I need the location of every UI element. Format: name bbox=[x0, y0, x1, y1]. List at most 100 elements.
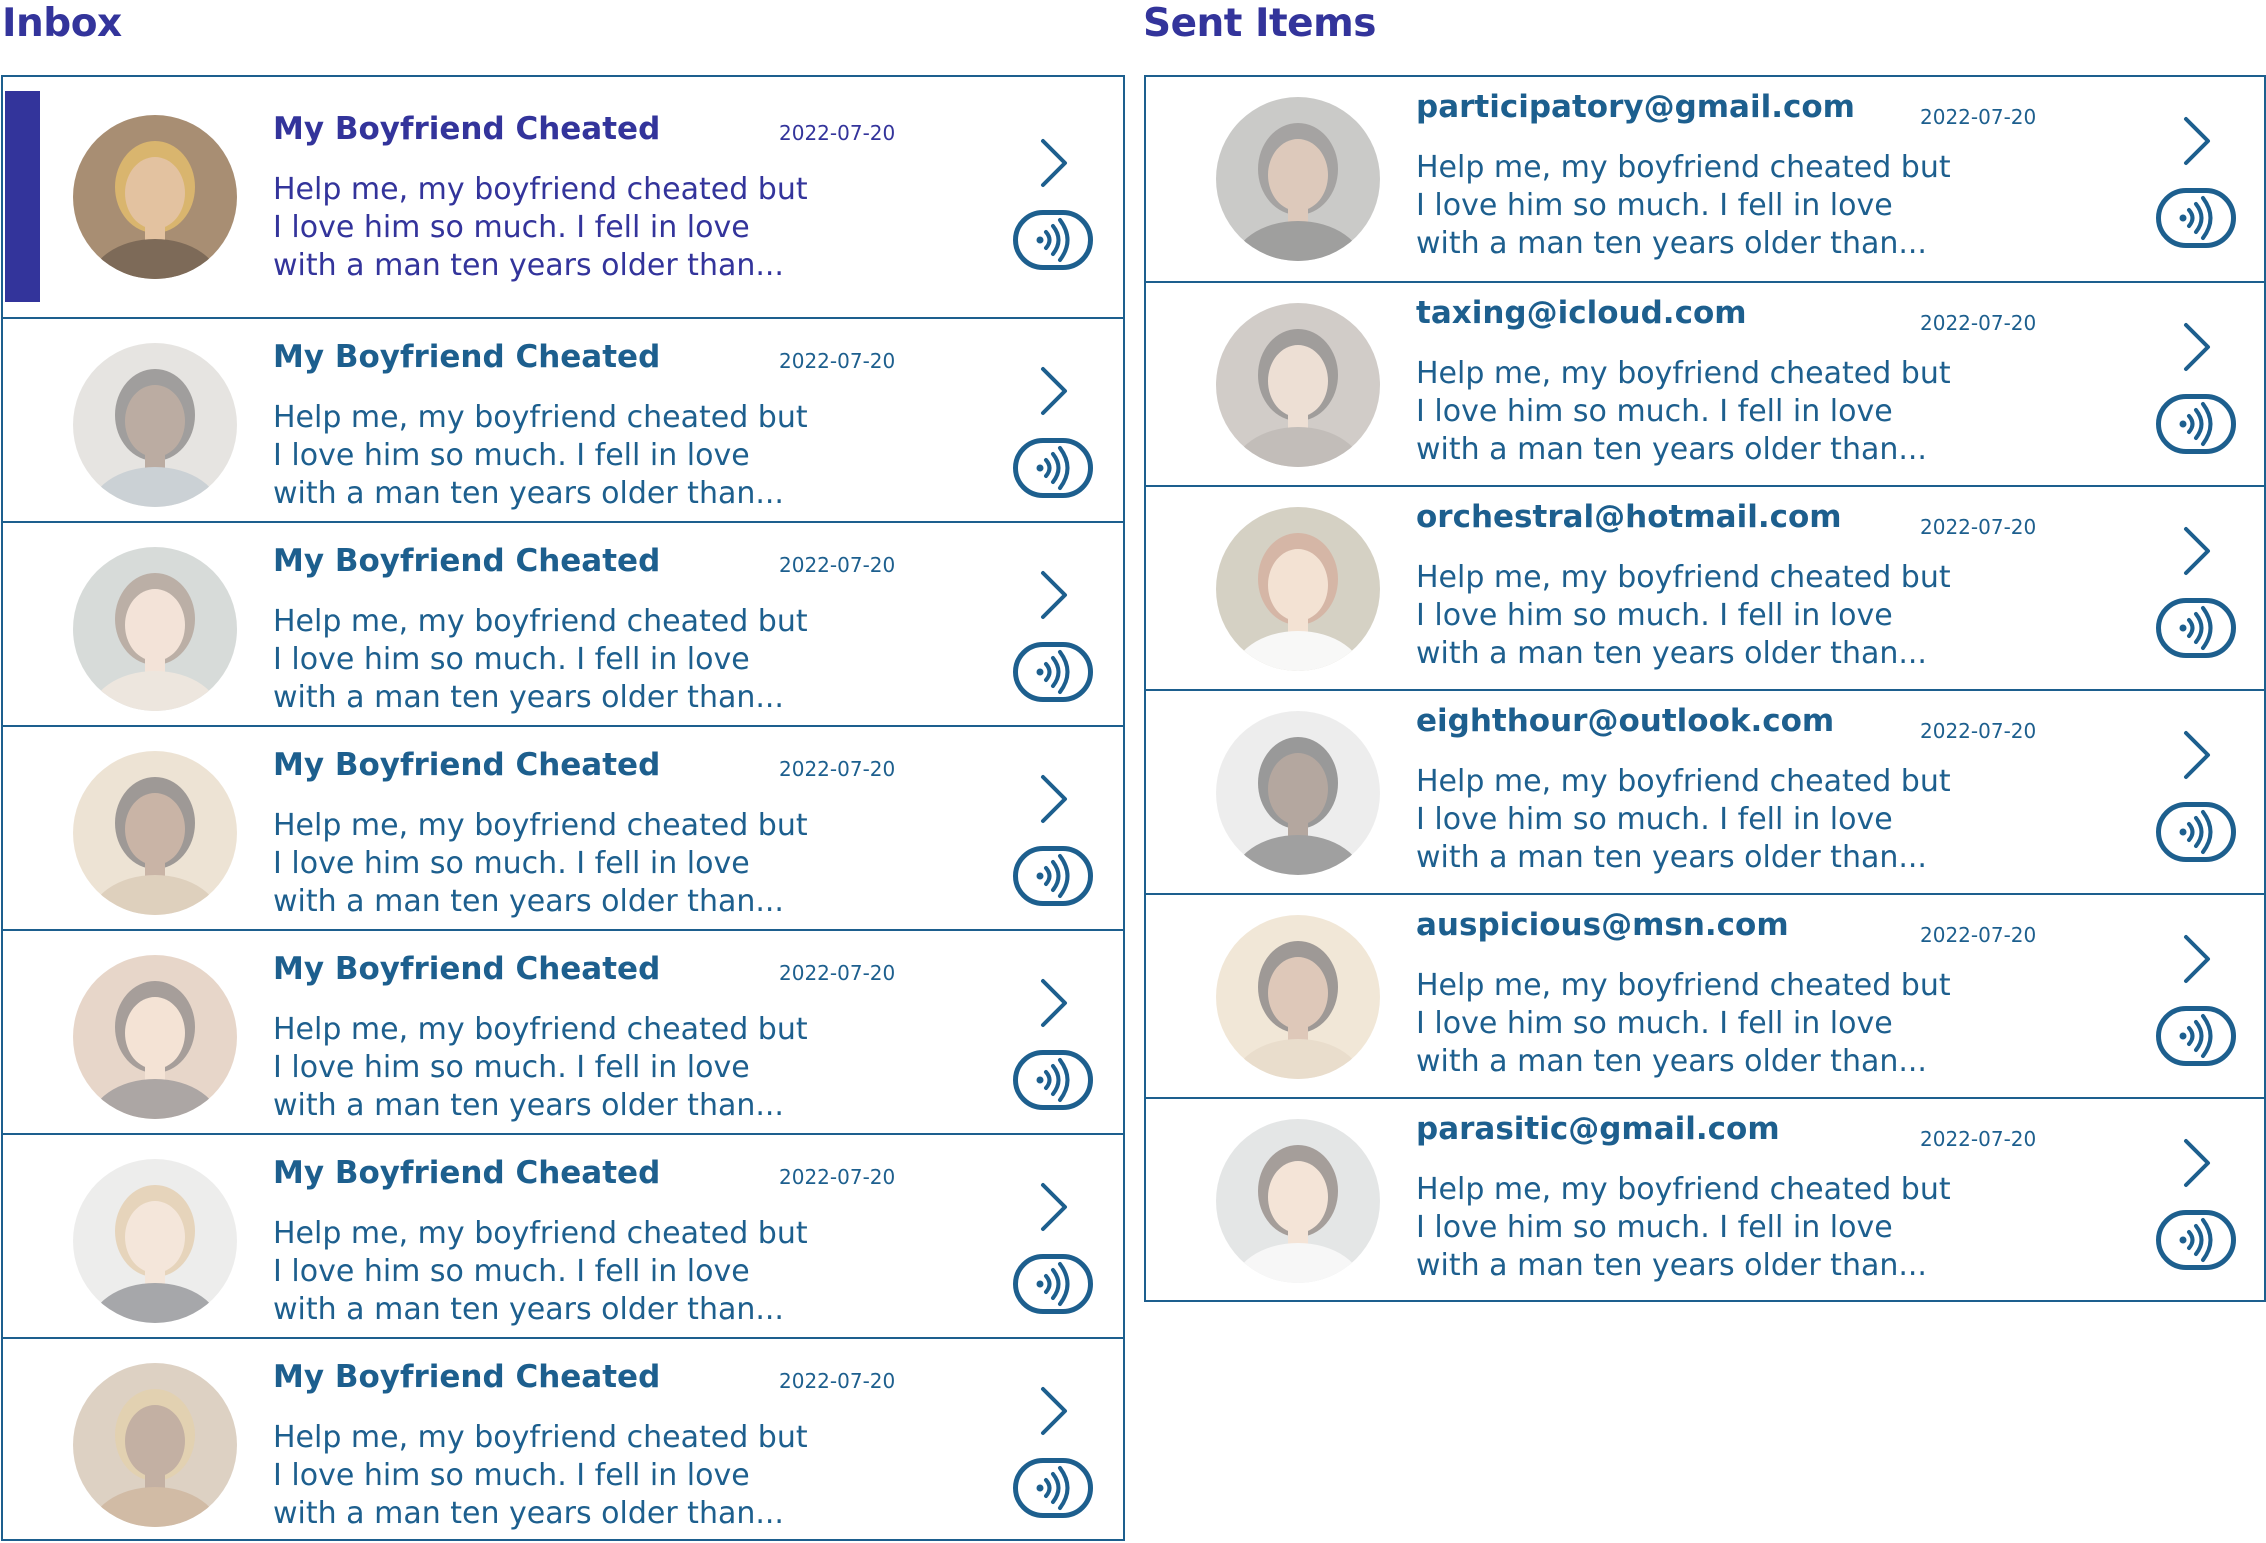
chevron-right-icon[interactable] bbox=[1033, 363, 1073, 419]
preview-line: I love him so much. I fell in love bbox=[273, 1254, 750, 1289]
chevron-right-icon[interactable] bbox=[1033, 771, 1073, 827]
message-date: 2022-07-20 bbox=[779, 1369, 896, 1393]
preview-line: with a man ten years older than... bbox=[273, 1292, 784, 1327]
sent-item[interactable]: orchestral@hotmail.com 2022-07-20 Help me,… bbox=[1146, 485, 2264, 689]
audio-waves-icon[interactable] bbox=[1013, 1254, 1093, 1314]
sent-item[interactable]: taxing@icloud.com 2022-07-20 Help me, my b… bbox=[1146, 281, 2264, 485]
sent-item[interactable]: auspicious@msn.com 2022-07-20 Help me, my … bbox=[1146, 893, 2264, 1097]
preview-line: with a man ten years older than... bbox=[273, 476, 784, 511]
message-date: 2022-07-20 bbox=[779, 121, 896, 145]
audio-waves-icon[interactable] bbox=[2156, 394, 2236, 454]
message-preview: Help me, my boyfriend cheated but I love … bbox=[273, 171, 808, 285]
sent-item[interactable]: parasitic@gmail.com 2022-07-20 Help me, my… bbox=[1146, 1097, 2264, 1301]
preview-line: Help me, my boyfriend cheated but bbox=[273, 1012, 808, 1047]
chevron-right-icon[interactable] bbox=[2176, 1135, 2216, 1191]
chevron-right-icon[interactable] bbox=[2176, 931, 2216, 987]
inbox-item[interactable]: My Boyfriend Cheated 2022-07-20 Help me, m… bbox=[3, 1133, 1123, 1337]
sent-items-list: participatory@gmail.com 2022-07-20 Help me… bbox=[1144, 75, 2266, 1302]
avatar bbox=[73, 547, 237, 711]
inbox-item[interactable]: My Boyfriend Cheated 2022-07-20 Help me, m… bbox=[3, 317, 1123, 521]
message-title: eighthour@outlook.com bbox=[1416, 703, 1835, 739]
audio-waves-icon[interactable] bbox=[1013, 642, 1093, 702]
chevron-right-icon[interactable] bbox=[1033, 567, 1073, 623]
preview-line: Help me, my boyfriend cheated but bbox=[1416, 560, 1951, 595]
preview-line: Help me, my boyfriend cheated but bbox=[273, 1216, 808, 1251]
chevron-right-icon[interactable] bbox=[2176, 319, 2216, 375]
message-date: 2022-07-20 bbox=[779, 1165, 896, 1189]
selected-indicator bbox=[5, 91, 40, 302]
preview-line: I love him so much. I fell in love bbox=[1416, 394, 1893, 429]
message-preview: Help me, my boyfriend cheated but I love … bbox=[273, 1215, 808, 1329]
preview-line: with a man ten years older than... bbox=[273, 680, 784, 715]
preview-line: I love him so much. I fell in love bbox=[273, 438, 750, 473]
preview-line: Help me, my boyfriend cheated but bbox=[1416, 150, 1951, 185]
preview-line: Help me, my boyfriend cheated but bbox=[1416, 1172, 1951, 1207]
inbox-item[interactable]: My Boyfriend Cheated 2022-07-20 Help me, m… bbox=[3, 929, 1123, 1133]
message-date: 2022-07-20 bbox=[779, 553, 896, 577]
avatar bbox=[1216, 711, 1380, 875]
message-title: My Boyfriend Cheated bbox=[273, 1155, 661, 1191]
audio-waves-icon[interactable] bbox=[2156, 802, 2236, 862]
audio-waves-icon[interactable] bbox=[1013, 438, 1093, 498]
chevron-right-icon[interactable] bbox=[1033, 135, 1073, 191]
chevron-right-icon[interactable] bbox=[2176, 523, 2216, 579]
message-date: 2022-07-20 bbox=[1920, 719, 2037, 743]
preview-line: I love him so much. I fell in love bbox=[1416, 188, 1893, 223]
audio-waves-icon[interactable] bbox=[2156, 188, 2236, 248]
preview-line: with a man ten years older than... bbox=[273, 1496, 784, 1531]
preview-line: Help me, my boyfriend cheated but bbox=[273, 172, 808, 207]
message-date: 2022-07-20 bbox=[779, 961, 896, 985]
audio-waves-icon[interactable] bbox=[1013, 1050, 1093, 1110]
message-date: 2022-07-20 bbox=[1920, 1127, 2037, 1151]
chevron-right-icon[interactable] bbox=[1033, 975, 1073, 1031]
sent-item[interactable]: participatory@gmail.com 2022-07-20 Help me… bbox=[1146, 77, 2264, 281]
audio-waves-icon[interactable] bbox=[1013, 210, 1093, 270]
avatar bbox=[1216, 303, 1380, 467]
message-preview: Help me, my boyfriend cheated but I love … bbox=[1416, 763, 1951, 877]
chevron-right-icon[interactable] bbox=[2176, 727, 2216, 783]
inbox-item[interactable]: My Boyfriend Cheated 2022-07-20 Help me, m… bbox=[3, 521, 1123, 725]
message-date: 2022-07-20 bbox=[1920, 105, 2037, 129]
inbox-item[interactable]: My Boyfriend Cheated 2022-07-20 Help me, m… bbox=[3, 1337, 1123, 1541]
chevron-right-icon[interactable] bbox=[1033, 1383, 1073, 1439]
preview-line: I love him so much. I fell in love bbox=[1416, 802, 1893, 837]
message-title: orchestral@hotmail.com bbox=[1416, 499, 1842, 535]
preview-line: Help me, my boyfriend cheated but bbox=[273, 808, 808, 843]
preview-line: Help me, my boyfriend cheated but bbox=[1416, 356, 1951, 391]
chevron-right-icon[interactable] bbox=[2176, 113, 2216, 169]
sent-item[interactable]: eighthour@outlook.com 2022-07-20 Help me, … bbox=[1146, 689, 2264, 893]
preview-line: with a man ten years older than... bbox=[1416, 432, 1927, 467]
preview-line: I love him so much. I fell in love bbox=[1416, 1006, 1893, 1041]
message-preview: Help me, my boyfriend cheated but I love … bbox=[273, 1419, 808, 1533]
message-preview: Help me, my boyfriend cheated but I love … bbox=[273, 1011, 808, 1125]
audio-waves-icon[interactable] bbox=[2156, 1210, 2236, 1270]
audio-waves-icon[interactable] bbox=[2156, 598, 2236, 658]
message-preview: Help me, my boyfriend cheated but I love … bbox=[1416, 1171, 1951, 1285]
message-title: participatory@gmail.com bbox=[1416, 89, 1855, 125]
audio-waves-icon[interactable] bbox=[1013, 1458, 1093, 1518]
preview-line: with a man ten years older than... bbox=[1416, 1248, 1927, 1283]
avatar bbox=[73, 1363, 237, 1527]
message-preview: Help me, my boyfriend cheated but I love … bbox=[1416, 149, 1951, 263]
message-preview: Help me, my boyfriend cheated but I love … bbox=[273, 399, 808, 513]
preview-line: with a man ten years older than... bbox=[273, 248, 784, 283]
avatar bbox=[1216, 97, 1380, 261]
message-date: 2022-07-20 bbox=[1920, 311, 2037, 335]
audio-waves-icon[interactable] bbox=[2156, 1006, 2236, 1066]
avatar bbox=[73, 751, 237, 915]
preview-line: Help me, my boyfriend cheated but bbox=[273, 604, 808, 639]
message-preview: Help me, my boyfriend cheated but I love … bbox=[273, 603, 808, 717]
audio-waves-icon[interactable] bbox=[1013, 846, 1093, 906]
inbox-item[interactable]: My Boyfriend Cheated 2022-07-20 Help me, m… bbox=[3, 77, 1123, 317]
inbox-title: Inbox bbox=[2, 1, 122, 46]
inbox-item[interactable]: My Boyfriend Cheated 2022-07-20 Help me, m… bbox=[3, 725, 1123, 929]
message-title: My Boyfriend Cheated bbox=[273, 951, 661, 987]
preview-line: Help me, my boyfriend cheated but bbox=[1416, 764, 1951, 799]
message-title: My Boyfriend Cheated bbox=[273, 339, 661, 375]
avatar bbox=[1216, 507, 1380, 671]
message-title: My Boyfriend Cheated bbox=[273, 111, 661, 147]
message-preview: Help me, my boyfriend cheated but I love … bbox=[1416, 559, 1951, 673]
avatar bbox=[73, 115, 237, 279]
chevron-right-icon[interactable] bbox=[1033, 1179, 1073, 1235]
avatar bbox=[73, 955, 237, 1119]
